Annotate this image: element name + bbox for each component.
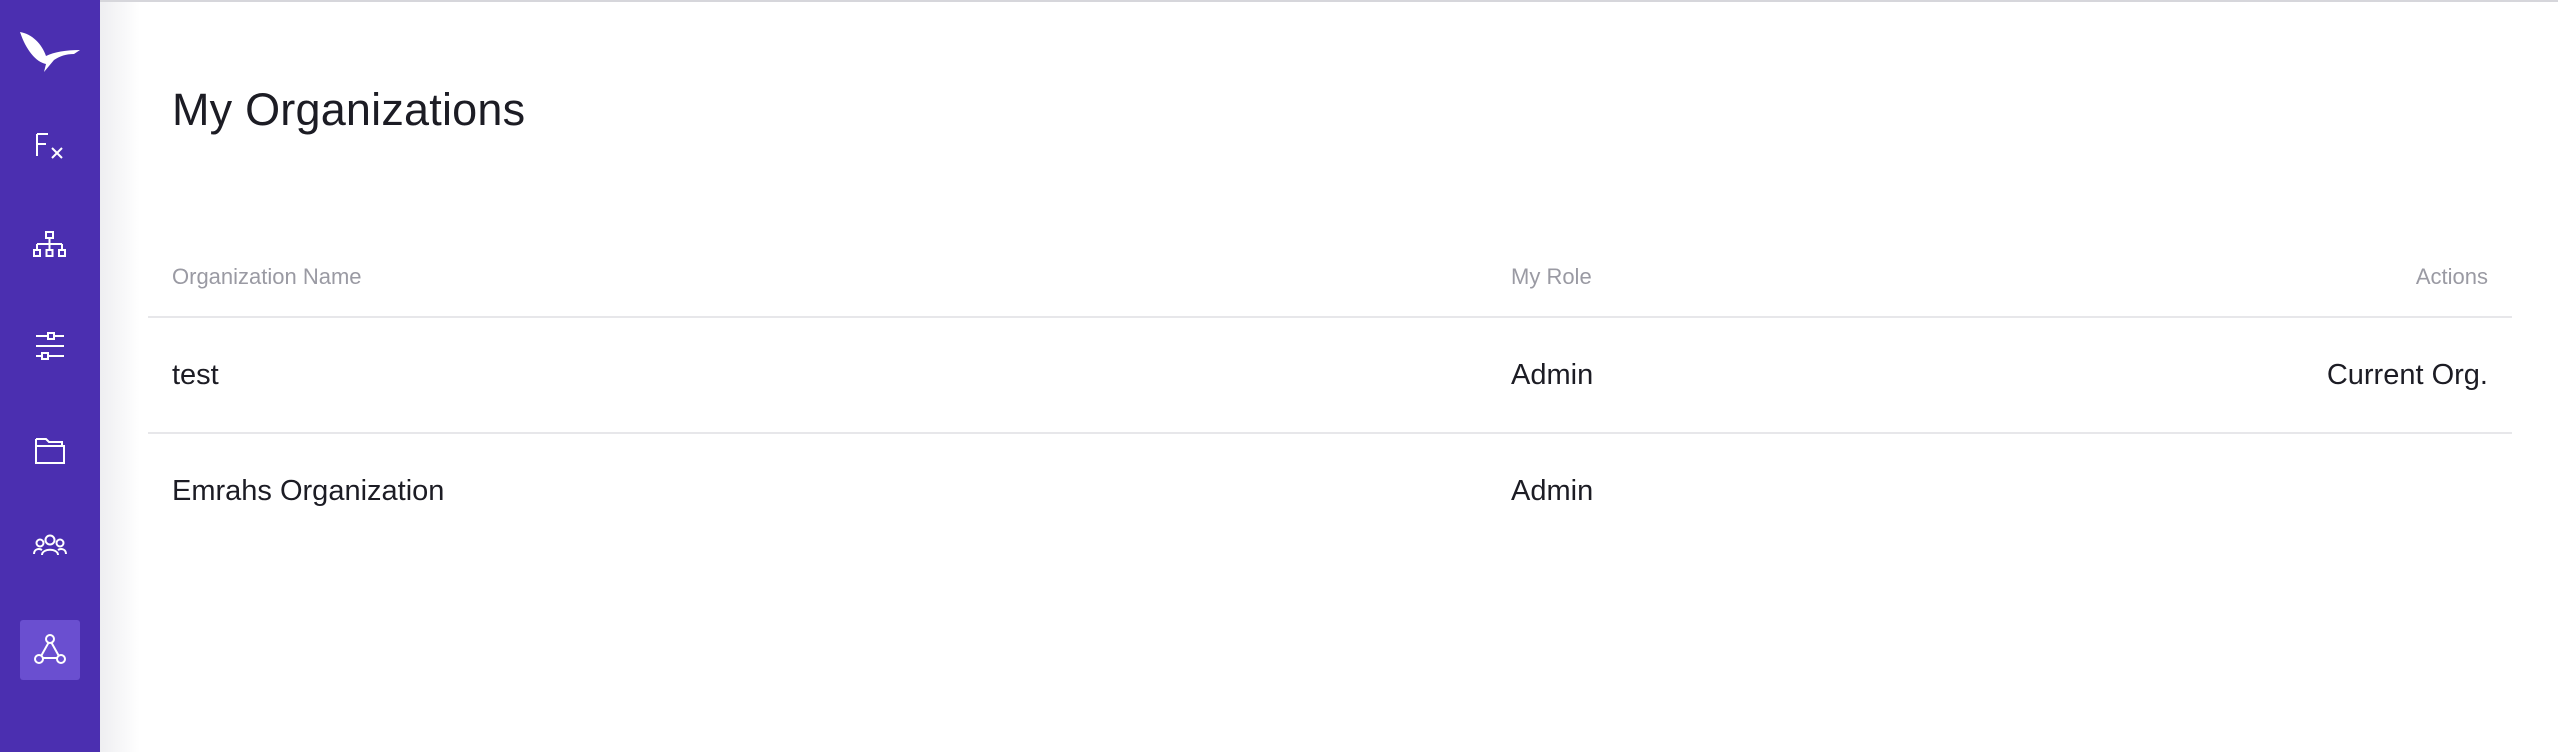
- sidebar: [0, 0, 100, 752]
- table-header-row: Organization Name My Role Actions: [148, 230, 2512, 318]
- organization-name: Emrahs Organization: [172, 474, 445, 507]
- organization-icon[interactable]: [20, 620, 80, 680]
- table-row[interactable]: test Admin Current Org.: [148, 318, 2512, 434]
- my-role: Admin: [1511, 358, 1594, 391]
- column-header-my-role[interactable]: My Role: [1511, 230, 1592, 320]
- table-row[interactable]: Emrahs Organization Admin: [148, 434, 2512, 548]
- column-header-actions: Actions: [2415, 264, 2488, 289]
- organizations-table: Organization Name My Role Actions test A…: [148, 230, 2512, 548]
- column-header-organization-name[interactable]: Organization Name: [172, 230, 362, 320]
- top-border: [100, 0, 2558, 2]
- my-role: Admin: [1511, 474, 1594, 507]
- current-org-label: Current Org.: [2326, 358, 2488, 391]
- filters-icon[interactable]: [20, 316, 80, 376]
- organization-name: test: [172, 358, 219, 391]
- main-content: My Organizations Organization Name My Ro…: [100, 0, 2558, 752]
- page-title: My Organizations: [172, 84, 526, 135]
- function-icon[interactable]: [20, 116, 80, 176]
- team-icon[interactable]: [20, 516, 80, 576]
- hierarchy-icon[interactable]: [20, 216, 80, 276]
- folder-icon[interactable]: [20, 420, 80, 480]
- app-root: My Organizations Organization Name My Ro…: [0, 0, 2558, 752]
- bird-logo-icon[interactable]: [14, 22, 86, 78]
